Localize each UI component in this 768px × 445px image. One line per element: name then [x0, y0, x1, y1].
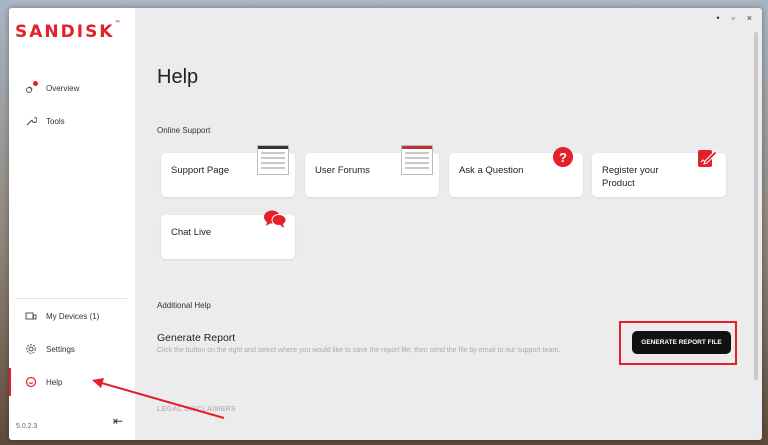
annotation-arrow-icon	[92, 378, 225, 419]
